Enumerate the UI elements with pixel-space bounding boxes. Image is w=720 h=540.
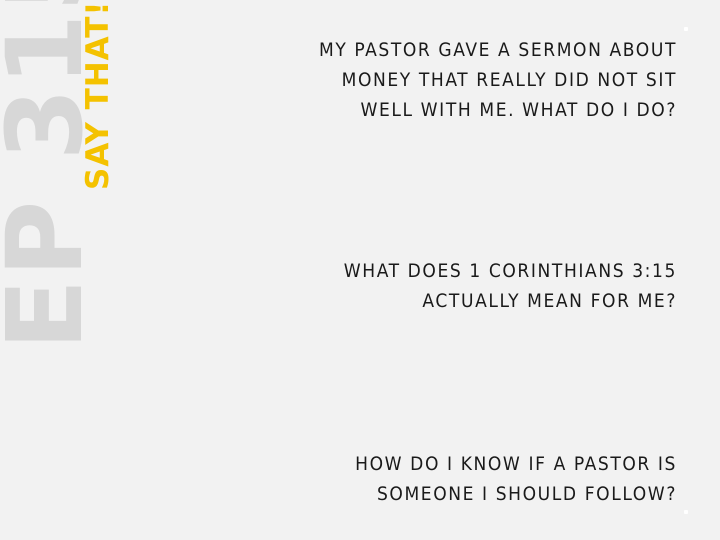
episode-title: EP 315 — [0, 0, 106, 350]
show-name: SAY THAT! — [80, 0, 116, 190]
corner-mark-bottom — [684, 510, 688, 514]
corner-mark-top — [684, 27, 688, 31]
slide: EP 315 SAY THAT! My pastor gave a sermon… — [0, 0, 720, 540]
question-2: What does 1 Corinthians 3:15 actually me… — [343, 260, 677, 312]
episode-number: EP 315 — [0, 0, 106, 350]
question-1: My pastor gave a sermon about money that… — [318, 39, 677, 121]
question-3: How do I know if a pastor is someone I s… — [355, 453, 677, 505]
show-name-text: SAY THAT! — [80, 0, 116, 190]
